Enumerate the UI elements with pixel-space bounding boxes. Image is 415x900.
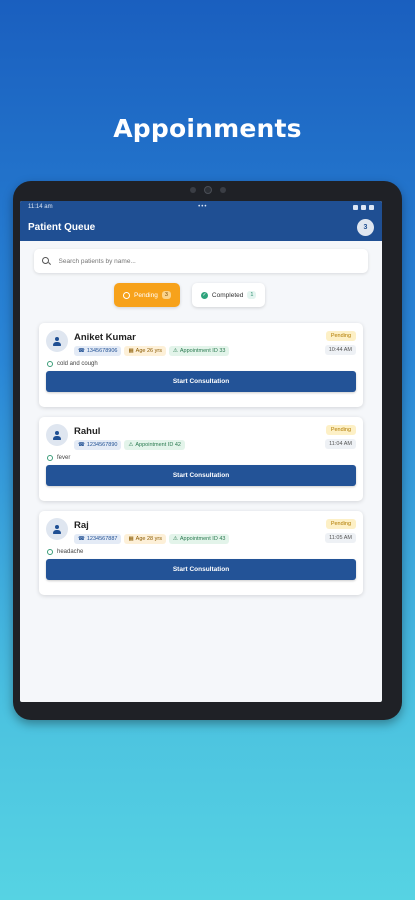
appointment-icon: ⚠ bbox=[172, 348, 178, 354]
patient-card: Raj ☎ 1234567887 ▦ Age 28 yrs ⚠ Appointment… bbox=[39, 511, 363, 595]
search-bar[interactable] bbox=[34, 249, 368, 273]
appointment-time: 10:44 AM bbox=[324, 345, 356, 355]
tablet-camera bbox=[189, 186, 226, 194]
appointment-icon: ⚠ bbox=[172, 536, 178, 542]
tab-completed-count: 1 bbox=[247, 291, 257, 299]
age-text: Age 28 yrs bbox=[135, 536, 162, 542]
phone-chip: ☎ 1234567890 bbox=[74, 440, 122, 450]
appointment-time: 11:05 AM bbox=[325, 533, 356, 543]
status-time: 11:14 am bbox=[28, 204, 53, 210]
queue-tabs: Pending 3 ✓ Completed 1 bbox=[114, 283, 382, 307]
status-center-dots: ••• bbox=[198, 204, 208, 210]
age-text: Age 26 yrs bbox=[135, 348, 162, 354]
symptom-text: cold and cough bbox=[57, 361, 98, 367]
appointment-id: Appointment ID 42 bbox=[135, 442, 181, 448]
patient-avatar bbox=[46, 518, 68, 540]
patient-name: Aniket Kumar bbox=[74, 332, 136, 343]
patient-list: Aniket Kumar ☎ 1345678906 ▦ Age 26 yrs ⚠ Ap… bbox=[39, 323, 363, 595]
status-bar: 11:14 am ••• bbox=[20, 201, 382, 213]
appointment-time: 11:04 AM bbox=[325, 439, 356, 449]
status-badge: Pending bbox=[325, 519, 356, 529]
tab-completed-label: Completed bbox=[211, 291, 244, 299]
phone-chip: ☎ 1345678906 bbox=[74, 346, 122, 356]
tab-pending-count: 3 bbox=[161, 291, 171, 299]
phone-chip: ☎ 1234567887 bbox=[74, 534, 122, 544]
search-input[interactable] bbox=[58, 257, 360, 265]
location-icon bbox=[352, 204, 358, 210]
calendar-icon: ▦ bbox=[128, 348, 134, 354]
appointment-id: Appointment ID 43 bbox=[179, 536, 226, 542]
symptom-icon bbox=[47, 455, 53, 461]
app-bar: Patient Queue 3 bbox=[20, 213, 382, 241]
start-consultation-button[interactable]: Start Consultation bbox=[46, 465, 356, 486]
appointment-id: Appointment ID 33 bbox=[179, 348, 226, 354]
wifi-icon bbox=[360, 204, 366, 210]
profile-avatar[interactable]: 3 bbox=[357, 218, 374, 236]
appointment-chip: ⚠ Appointment ID 42 bbox=[124, 440, 185, 450]
appointment-icon: ⚠ bbox=[128, 442, 134, 448]
tab-completed[interactable]: ✓ Completed 1 bbox=[191, 283, 266, 307]
hero-title: Appoinments bbox=[113, 114, 302, 143]
appointment-chip: ⚠ Appointment ID 33 bbox=[168, 346, 230, 356]
patient-card: Rahul ☎ 1234567890 ⚠ Appointment ID 42 Pen… bbox=[39, 417, 363, 501]
symptom-text: fever bbox=[57, 455, 71, 461]
tab-pending[interactable]: Pending 3 bbox=[114, 283, 180, 307]
status-badge: Pending bbox=[325, 425, 356, 435]
phone-number: 1345678906 bbox=[86, 348, 118, 354]
page-title: Patient Queue bbox=[28, 221, 96, 233]
symptom-text: headache bbox=[57, 549, 84, 555]
age-chip: ▦ Age 28 yrs bbox=[124, 534, 166, 544]
battery-icon bbox=[368, 204, 374, 210]
appointment-chip: ⚠ Appointment ID 43 bbox=[168, 534, 230, 544]
symptom-icon bbox=[47, 549, 53, 555]
person-icon bbox=[53, 524, 62, 534]
phone-icon: ☎ bbox=[78, 536, 85, 542]
tab-pending-label: Pending bbox=[134, 291, 158, 299]
status-icons bbox=[352, 204, 374, 210]
symptom-icon bbox=[47, 361, 53, 367]
patient-avatar bbox=[46, 424, 68, 446]
start-consultation-button[interactable]: Start Consultation bbox=[46, 559, 356, 580]
patient-name: Rahul bbox=[74, 426, 101, 437]
start-consultation-button[interactable]: Start Consultation bbox=[46, 371, 356, 392]
phone-number: 1234567890 bbox=[86, 442, 118, 448]
phone-icon: ☎ bbox=[78, 442, 85, 448]
app-screen: 11:14 am ••• Patient Queue 3 Pending 3 ✓… bbox=[20, 201, 382, 702]
calendar-icon: ▦ bbox=[128, 536, 134, 542]
patient-name: Raj bbox=[74, 520, 89, 531]
status-badge: Pending bbox=[325, 331, 356, 341]
search-icon bbox=[42, 256, 51, 266]
phone-number: 1234567887 bbox=[86, 536, 118, 542]
person-icon bbox=[53, 430, 62, 440]
phone-icon: ☎ bbox=[78, 348, 85, 354]
patient-avatar bbox=[46, 330, 68, 352]
person-icon bbox=[53, 336, 62, 346]
age-chip: ▦ Age 26 yrs bbox=[124, 346, 166, 356]
clock-icon bbox=[123, 291, 130, 299]
check-circle-icon: ✓ bbox=[200, 291, 208, 299]
patient-card: Aniket Kumar ☎ 1345678906 ▦ Age 26 yrs ⚠ Ap… bbox=[39, 323, 363, 407]
